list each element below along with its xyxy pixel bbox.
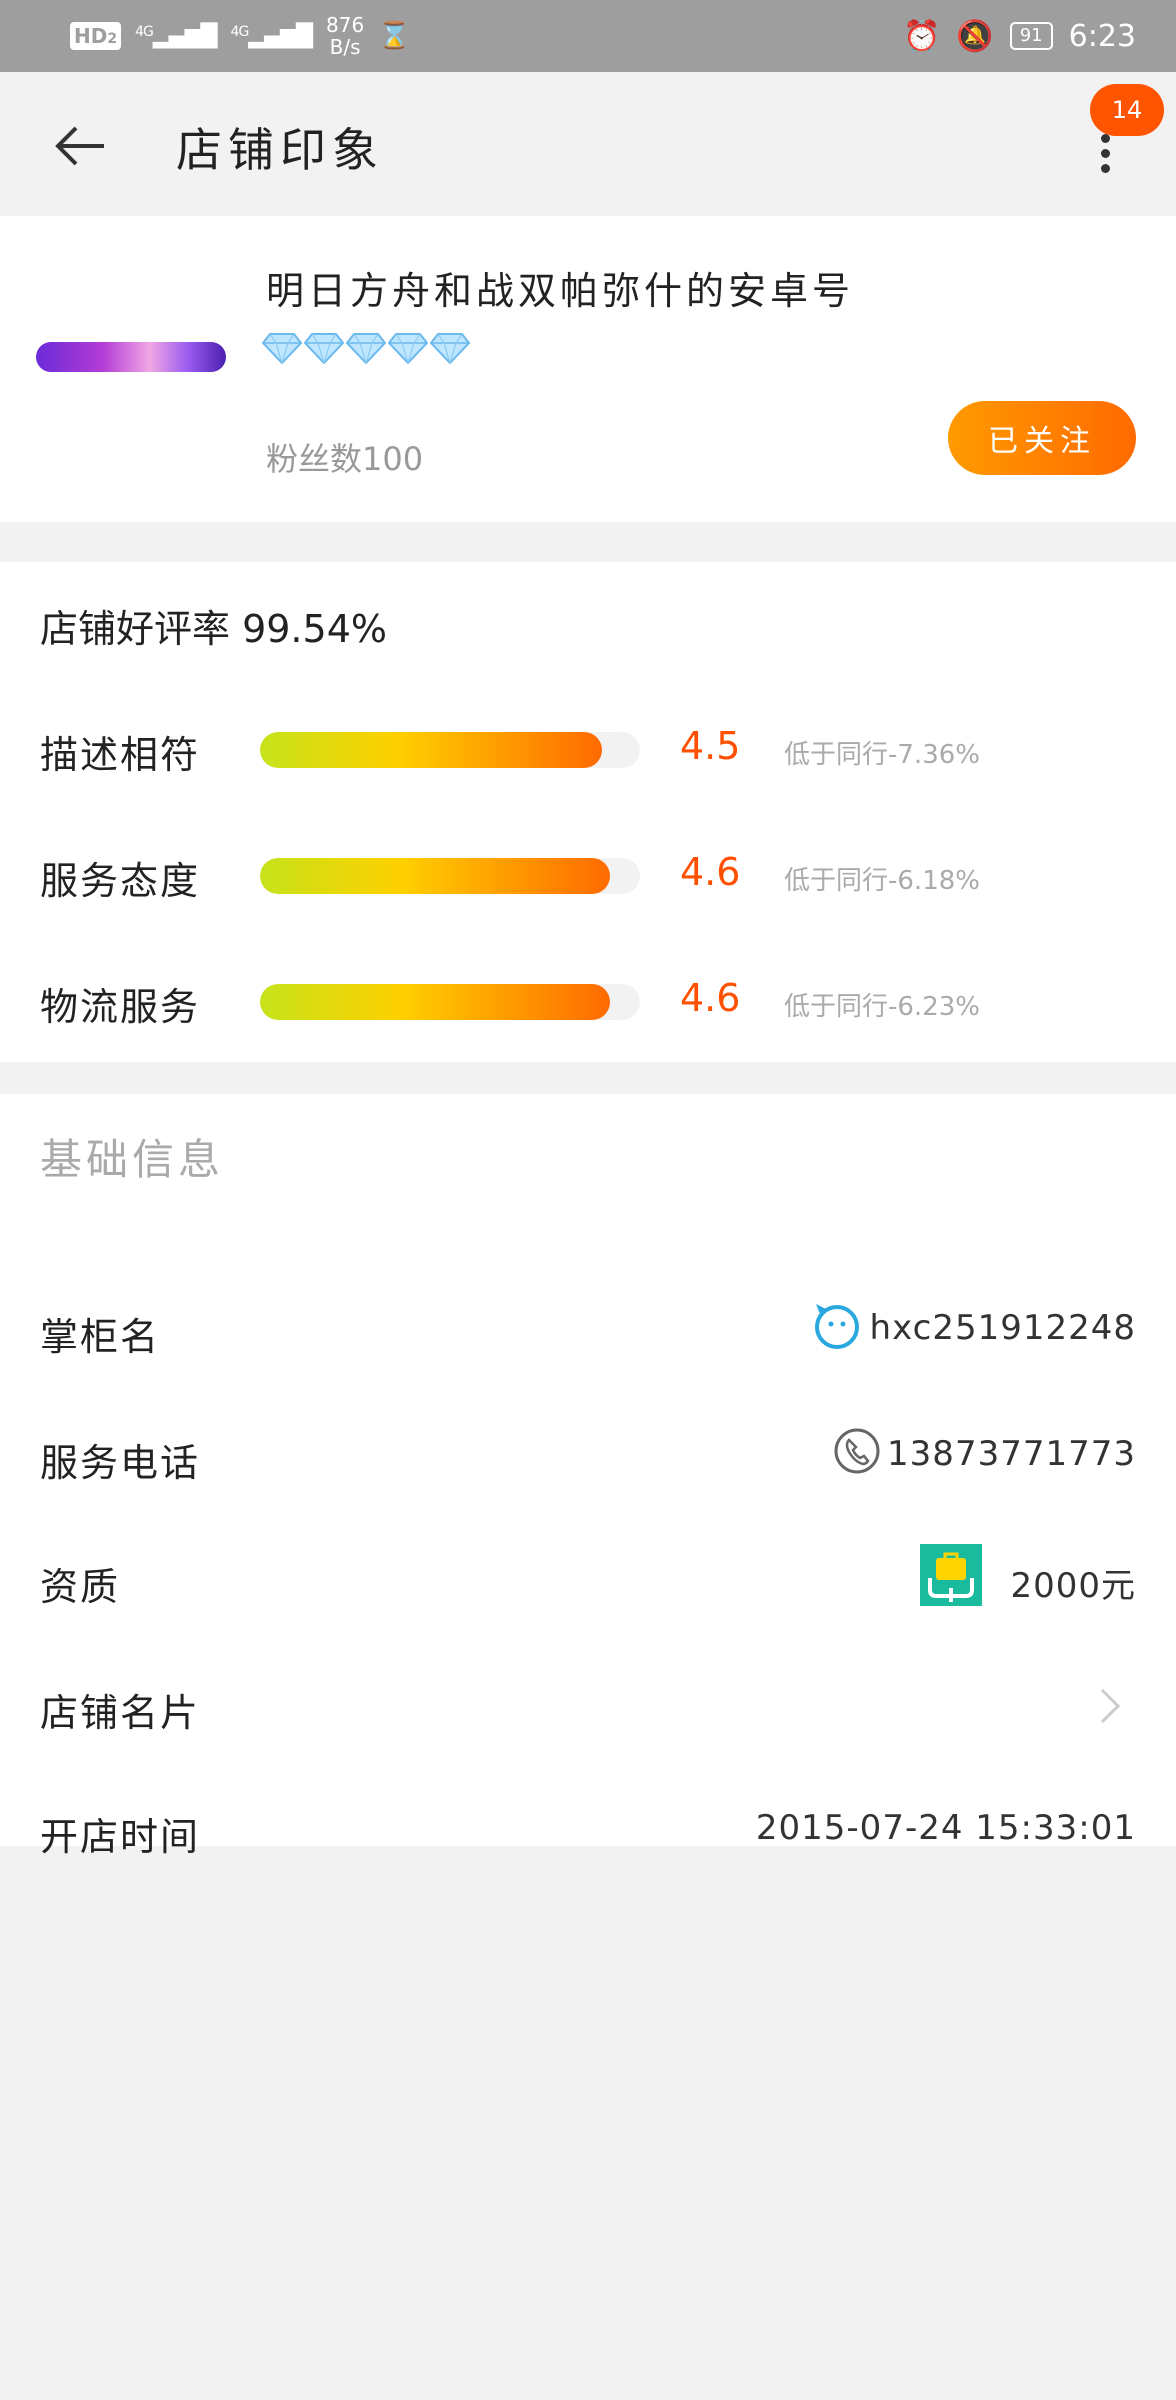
status-bar-right: ⏰ 🔕 91 6:23 xyxy=(903,14,1136,58)
more-dots-icon xyxy=(1100,134,1110,143)
status-bar-left: HD2 4G▂▄▆█ 4G▂▄▆█ 876 B/s ⌛ xyxy=(70,14,411,58)
diamond-icon xyxy=(430,333,470,364)
back-arrow-icon xyxy=(55,126,104,166)
more-dot xyxy=(1100,164,1110,173)
diamond-icon xyxy=(346,333,386,364)
follow-button[interactable]: 已关注 xyxy=(948,401,1136,475)
phone-icon[interactable] xyxy=(832,1426,882,1476)
shop-avatar[interactable] xyxy=(36,342,226,372)
info-row-owner[interactable]: 掌柜名 hxc251912248 xyxy=(0,1280,1176,1380)
rating-row-service: 服务态度 4.6 低于同行-6.18% xyxy=(0,846,1176,906)
app-bar: 店铺印象 14 xyxy=(0,72,1176,216)
more-dot xyxy=(1100,149,1110,158)
rating-score: 4.5 xyxy=(680,724,741,768)
good-review-rate: 店铺好评率 99.54% xyxy=(40,607,387,651)
rating-label: 物流服务 xyxy=(40,985,201,1029)
diamond-icon xyxy=(304,333,344,364)
notification-badge: 14 xyxy=(1090,84,1164,136)
shop-name: 明日方舟和战双帕弥什的安卓号 xyxy=(266,269,855,313)
signal-icon: 4G▂▄▆█ xyxy=(135,23,217,49)
clock-time: 6:23 xyxy=(1068,18,1136,54)
ratings-section: 店铺好评率 99.54% 描述相符 4.5 低于同行-7.36% 服务态度 4.… xyxy=(0,562,1176,1062)
rating-bar xyxy=(260,984,640,1020)
hd-indicator: HD2 xyxy=(70,22,122,50)
more-menu-button[interactable] xyxy=(1080,128,1130,188)
basic-info-section: 基础信息 掌柜名 hxc251912248 服务电话 13873771773 资… xyxy=(0,1094,1176,1859)
diamond-icon xyxy=(388,333,428,364)
rating-compare: 低于同行-6.23% xyxy=(784,992,980,1022)
rating-score: 4.6 xyxy=(680,976,741,1020)
page-title: 店铺印象 xyxy=(176,123,384,177)
rating-bar xyxy=(260,858,640,894)
rating-bar-fill xyxy=(260,984,610,1020)
shop-card: 明日方舟和战双帕弥什的安卓号 粉丝数100 已关注 xyxy=(0,216,1176,522)
battery-indicator: 91 xyxy=(1009,22,1053,50)
diamond-icon xyxy=(262,333,302,364)
back-button[interactable] xyxy=(50,116,110,176)
owner-name: hxc251912248 xyxy=(869,1308,1136,1348)
rating-compare: 低于同行-7.36% xyxy=(784,740,980,770)
rating-score: 4.6 xyxy=(680,850,741,894)
service-phone: 13873771773 xyxy=(887,1434,1136,1474)
mute-icon: 🔕 xyxy=(956,18,994,54)
info-label: 开店时间 xyxy=(40,1815,201,1859)
open-time: 2015-07-24 15:33:01 xyxy=(755,1808,1136,1848)
info-label: 掌柜名 xyxy=(40,1315,161,1359)
signal-icon-2: 4G▂▄▆█ xyxy=(230,23,313,49)
rating-bar xyxy=(260,732,640,768)
deposit-amount: 2000元 xyxy=(1010,1566,1136,1606)
alarm-icon: ⏰ xyxy=(903,18,941,54)
rating-label: 服务态度 xyxy=(40,859,201,903)
info-label: 服务电话 xyxy=(40,1441,201,1485)
fans-count: 粉丝数100 xyxy=(266,440,424,478)
hourglass-icon: ⌛ xyxy=(378,21,411,51)
info-label: 资质 xyxy=(40,1565,121,1609)
info-label: 店铺名片 xyxy=(40,1691,201,1735)
network-speed: 876 B/s xyxy=(326,13,365,59)
rating-compare: 低于同行-6.18% xyxy=(784,866,980,896)
wangwang-icon[interactable] xyxy=(812,1300,862,1350)
deposit-icon[interactable] xyxy=(920,1544,982,1606)
rating-bar-fill xyxy=(260,858,610,894)
rating-row-description: 描述相符 4.5 低于同行-7.36% xyxy=(0,720,1176,780)
rating-bar-fill xyxy=(260,732,602,768)
rating-label: 描述相符 xyxy=(40,733,201,777)
info-row-phone[interactable]: 服务电话 13873771773 xyxy=(0,1406,1176,1506)
info-row-shop-card[interactable]: 店铺名片 xyxy=(0,1656,1176,1756)
info-row-open-time: 开店时间 2015-07-24 15:33:01 xyxy=(0,1780,1176,1880)
info-row-qualification[interactable]: 资质 2000元 xyxy=(0,1530,1176,1630)
chevron-right-icon[interactable] xyxy=(1092,1686,1128,1726)
section-title: 基础信息 xyxy=(40,1135,225,1184)
diamond-rating xyxy=(262,332,470,364)
rating-row-logistics: 物流服务 4.6 低于同行-6.23% xyxy=(0,972,1176,1032)
status-bar: HD2 4G▂▄▆█ 4G▂▄▆█ 876 B/s ⌛ ⏰ 🔕 91 6:23 xyxy=(0,0,1176,72)
